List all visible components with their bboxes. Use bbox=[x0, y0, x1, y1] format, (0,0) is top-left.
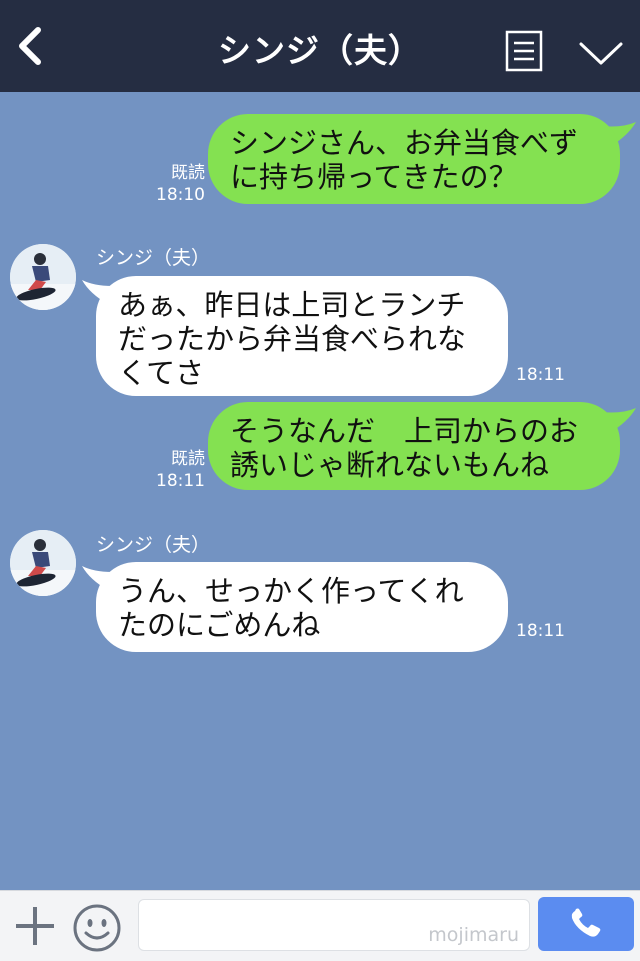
message-time: 18:11 bbox=[516, 621, 565, 641]
message-bubble[interactable]: あぁ、昨日は上司とランチ だったから弁当食べられな くてさ bbox=[96, 276, 508, 396]
message-bubble[interactable]: シンジさん、お弁当食べず に持ち帰ってきたの？ bbox=[208, 114, 620, 204]
watermark-text: mojimaru bbox=[428, 924, 519, 946]
call-button[interactable] bbox=[538, 897, 634, 951]
read-label: 既読 bbox=[171, 449, 205, 469]
avatar[interactable] bbox=[10, 530, 76, 596]
snowboarder-avatar-image bbox=[10, 530, 76, 596]
message-bubble[interactable]: うん、せっかく作ってくれ たのにごめんね bbox=[96, 562, 508, 652]
message-bubble[interactable]: そうなんだ 上司からのお 誘いじゃ断れないもんね bbox=[208, 402, 620, 490]
message-time: 18:11 bbox=[516, 365, 565, 385]
input-bar: mojimaru bbox=[0, 890, 640, 961]
snowboarder-avatar-image bbox=[10, 244, 76, 310]
chat-header: シンジ（夫） bbox=[0, 0, 640, 92]
avatar[interactable] bbox=[10, 244, 76, 310]
message-time: 18:11 bbox=[156, 471, 205, 491]
chat-title: シンジ（夫） bbox=[218, 31, 422, 70]
message-list[interactable]: 既読 18:10 シンジさん、お弁当食べず に持ち帰ってきたの？ シンジ（夫） … bbox=[0, 92, 640, 890]
chevron-down-icon[interactable] bbox=[578, 40, 624, 68]
message-input[interactable]: mojimaru bbox=[138, 899, 530, 951]
read-receipt: 既読 18:11 bbox=[150, 448, 205, 492]
smiley-icon[interactable] bbox=[72, 903, 122, 953]
notes-icon[interactable] bbox=[505, 30, 543, 72]
read-label: 既読 bbox=[171, 163, 205, 183]
message-time: 18:10 bbox=[156, 185, 205, 205]
sender-name: シンジ（夫） bbox=[96, 247, 211, 269]
sender-name: シンジ（夫） bbox=[96, 534, 211, 556]
plus-icon[interactable] bbox=[14, 905, 56, 947]
phone-icon bbox=[571, 908, 601, 937]
read-receipt: 既読 18:10 bbox=[150, 162, 205, 206]
